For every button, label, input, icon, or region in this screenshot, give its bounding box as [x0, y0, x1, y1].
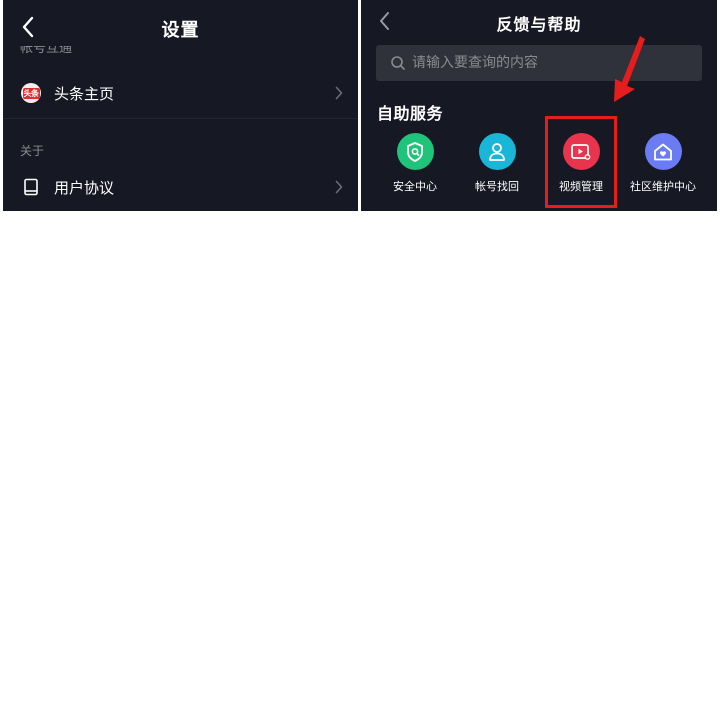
service-community-maintenance[interactable]: 社区维护中心: [623, 130, 703, 194]
pointer-arrow-icon: [614, 36, 645, 102]
page-title: 反馈与帮助: [496, 15, 582, 34]
chevron-right-icon: [335, 86, 343, 100]
chevron-right-icon: [335, 180, 343, 194]
service-label: 社区维护中心: [630, 180, 696, 193]
book-icon: [20, 176, 42, 198]
settings-screen: 设置 帐号互通 头条 头条主页 关于 用户协议: [3, 0, 358, 211]
service-label: 帐号找回: [475, 180, 519, 193]
shield-icon: [396, 133, 434, 170]
section-title-self-service: 自助服务: [377, 104, 444, 123]
service-grid: 安全中心 帐号找回 视频管理 社区维护中心: [361, 130, 717, 200]
toutiao-logo-icon: 头条: [20, 82, 42, 104]
house-heart-icon: [644, 133, 682, 170]
menu-item-toutiao-homepage[interactable]: 头条 头条主页: [3, 68, 358, 119]
feedback-help-screen: 反馈与帮助 自助服务 安全中心: [361, 0, 717, 211]
service-video-management[interactable]: 视频管理: [541, 130, 621, 194]
menu-item-user-agreement[interactable]: 用户协议: [3, 163, 358, 211]
person-icon: [478, 133, 516, 170]
section-label-account-link: 帐号互通: [20, 46, 73, 56]
page-title: 设置: [161, 20, 200, 41]
service-label: 安全中心: [393, 180, 437, 193]
section-label-about: 关于: [20, 144, 45, 158]
video-icon: [562, 133, 600, 170]
menu-item-label: 头条主页: [54, 84, 115, 103]
search-icon: [390, 55, 406, 71]
menu-item-label: 用户协议: [54, 178, 115, 197]
service-security-center[interactable]: 安全中心: [375, 130, 455, 194]
service-account-recovery[interactable]: 帐号找回: [457, 130, 537, 194]
service-label: 视频管理: [559, 180, 603, 193]
